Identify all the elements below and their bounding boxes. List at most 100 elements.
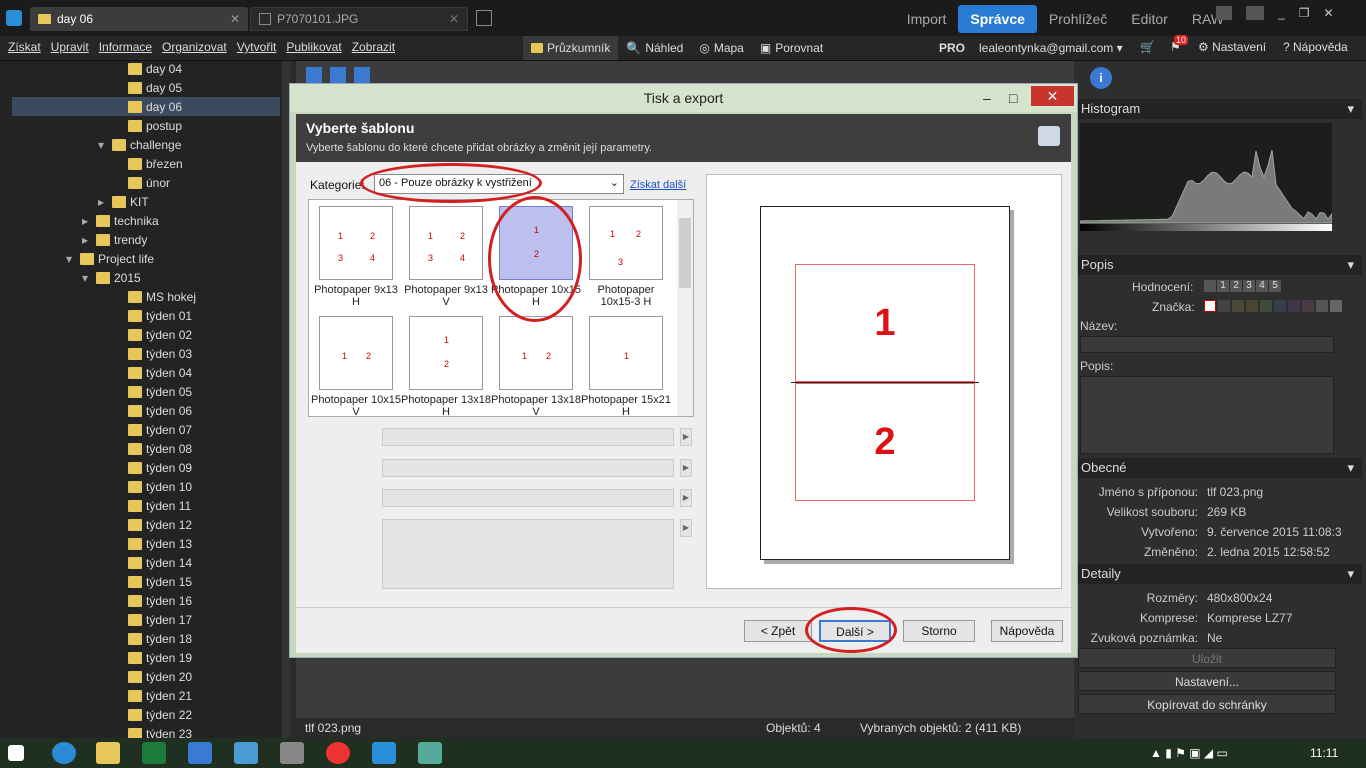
tree-item[interactable]: týden 04 <box>0 363 280 382</box>
rating-star[interactable]: 5 <box>1269 280 1281 292</box>
tree-item[interactable]: ▸ technika <box>0 211 280 230</box>
tab-day06[interactable]: day 06 ✕ <box>30 7 248 31</box>
tree-item[interactable]: týden 03 <box>0 344 280 363</box>
mode-editor[interactable]: Editor <box>1119 5 1180 33</box>
template-thumb[interactable]: 12 <box>409 316 483 390</box>
rating-star[interactable]: 4 <box>1256 280 1268 292</box>
rating-star[interactable]: 1 <box>1217 280 1229 292</box>
mode-viewer[interactable]: Prohlížeč <box>1037 5 1119 33</box>
detail-view-icon[interactable] <box>354 67 370 83</box>
tree-item[interactable]: týden 12 <box>0 515 280 534</box>
color-swatch[interactable] <box>1274 300 1286 312</box>
rating-stars[interactable]: 12345 <box>1204 280 1281 292</box>
tree-item[interactable]: týden 07 <box>0 420 280 439</box>
help-button[interactable]: Nápověda <box>991 620 1063 642</box>
caption-input[interactable] <box>1080 376 1334 454</box>
screen-icon[interactable] <box>1246 6 1264 20</box>
tree-item[interactable]: týden 18 <box>0 629 280 648</box>
paint-icon[interactable] <box>418 742 442 764</box>
template-thumb[interactable]: 1 2 3 4 <box>319 206 393 280</box>
expand-arrow-icon[interactable]: ▶ <box>680 519 692 537</box>
close-icon[interactable]: ✕ <box>449 12 459 26</box>
view-explorer[interactable]: Průzkumník <box>523 36 619 60</box>
menu-info[interactable]: Informace <box>99 40 152 54</box>
color-swatch[interactable] <box>1330 300 1342 312</box>
maximize-icon[interactable]: ❐ <box>1299 6 1310 20</box>
notifications-icon[interactable]: ⚑ 10 <box>1170 35 1189 54</box>
title-input[interactable] <box>1080 336 1334 353</box>
excel-icon[interactable] <box>142 742 166 764</box>
menu-create[interactable]: Vytvořit <box>237 40 277 54</box>
histogram-header[interactable]: Histogram ▾ <box>1078 99 1362 119</box>
back-button[interactable]: < Zpět <box>744 620 812 642</box>
tree-item[interactable]: týden 01 <box>0 306 280 325</box>
color-label-swatches[interactable] <box>1204 300 1342 312</box>
color-swatch[interactable] <box>1316 300 1328 312</box>
badge-icon[interactable] <box>1216 6 1232 20</box>
mode-import[interactable]: Import <box>895 5 959 33</box>
color-swatch[interactable] <box>1204 300 1216 312</box>
chevron-right-icon[interactable]: ▸ <box>98 195 104 209</box>
settings-button[interactable]: Nastavení... <box>1078 671 1336 691</box>
param-field-2[interactable] <box>382 459 674 477</box>
general-header[interactable]: Obecné ▾ <box>1078 458 1362 478</box>
tree-item[interactable]: týden 11 <box>0 496 280 515</box>
home-icon[interactable] <box>280 742 304 764</box>
template-thumb[interactable]: 12 <box>499 316 573 390</box>
chevron-down-icon[interactable]: ▾ <box>82 271 88 285</box>
save-button[interactable]: Uložit <box>1078 648 1336 668</box>
tree-item[interactable]: týden 08 <box>0 439 280 458</box>
menu-edit[interactable]: Upravit <box>51 40 89 54</box>
chevron-down-icon[interactable]: ▾ <box>66 252 72 266</box>
tree-item[interactable]: týden 16 <box>0 591 280 610</box>
tree-item[interactable]: ▸ trendy <box>0 230 280 249</box>
template-thumb[interactable]: 1 <box>589 316 663 390</box>
monitor-icon[interactable] <box>188 742 212 764</box>
account-dropdown[interactable]: lealeontynka@gmail.com ▾ <box>979 41 1123 55</box>
view-preview[interactable]: 🔍 Náhled <box>618 36 691 60</box>
tab-photo[interactable]: P7070101.JPG ✕ <box>250 7 468 31</box>
mode-manager[interactable]: Správce <box>958 5 1037 33</box>
app-logo-icon[interactable] <box>6 10 22 26</box>
tree-item[interactable]: týden 06 <box>0 401 280 420</box>
param-field-1[interactable] <box>382 428 674 446</box>
copy-clipboard-button[interactable]: Kopírovat do schránky <box>1078 694 1336 714</box>
tree-item[interactable]: týden 13 <box>0 534 280 553</box>
tree-item[interactable]: týden 19 <box>0 648 280 667</box>
list-view-icon[interactable] <box>330 67 346 83</box>
cart-icon[interactable]: 🛒 <box>1140 40 1155 54</box>
menu-organize[interactable]: Organizovat <box>162 40 227 54</box>
get-more-link[interactable]: Získat další <box>630 179 686 191</box>
param-area[interactable] <box>382 519 674 589</box>
menu-view[interactable]: Zobrazit <box>352 40 395 54</box>
expand-arrow-icon[interactable]: ▶ <box>680 489 692 507</box>
rating-clear-icon[interactable] <box>1204 280 1216 292</box>
close-button[interactable]: ✕ <box>1031 86 1074 106</box>
param-field-3[interactable] <box>382 489 674 507</box>
rating-star[interactable]: 2 <box>1230 280 1242 292</box>
tree-item[interactable]: ▾ 2015 <box>0 268 280 287</box>
template-scrollbar[interactable] <box>677 200 693 416</box>
color-swatch[interactable] <box>1302 300 1314 312</box>
cancel-button[interactable]: Storno <box>903 620 975 642</box>
expand-arrow-icon[interactable]: ▶ <box>680 428 692 446</box>
color-swatch[interactable] <box>1232 300 1244 312</box>
template-thumb[interactable]: 1 2 3 <box>589 206 663 280</box>
menu-get[interactable]: Získat <box>8 40 41 54</box>
minimize-icon[interactable]: – <box>983 84 991 112</box>
tree-item[interactable]: týden 17 <box>0 610 280 629</box>
description-header[interactable]: Popis ▾ <box>1078 255 1362 275</box>
rating-star[interactable]: 3 <box>1243 280 1255 292</box>
windows-start-icon[interactable] <box>8 745 24 761</box>
tree-item[interactable]: týden 05 <box>0 382 280 401</box>
tree-item[interactable]: březen <box>0 154 280 173</box>
tree-item[interactable]: ▸ KIT <box>0 192 280 211</box>
view-map[interactable]: ◎ Mapa <box>691 36 752 60</box>
tree-item[interactable]: týden 22 <box>0 705 280 724</box>
template-thumb[interactable]: 1 2 3 4 <box>409 206 483 280</box>
chat-icon[interactable] <box>234 742 258 764</box>
details-header[interactable]: Detaily ▾ <box>1078 564 1362 584</box>
close-icon[interactable]: ✕ <box>230 12 240 26</box>
acdsee-icon[interactable] <box>372 742 396 764</box>
help-link[interactable]: ? Nápověda <box>1283 40 1348 54</box>
